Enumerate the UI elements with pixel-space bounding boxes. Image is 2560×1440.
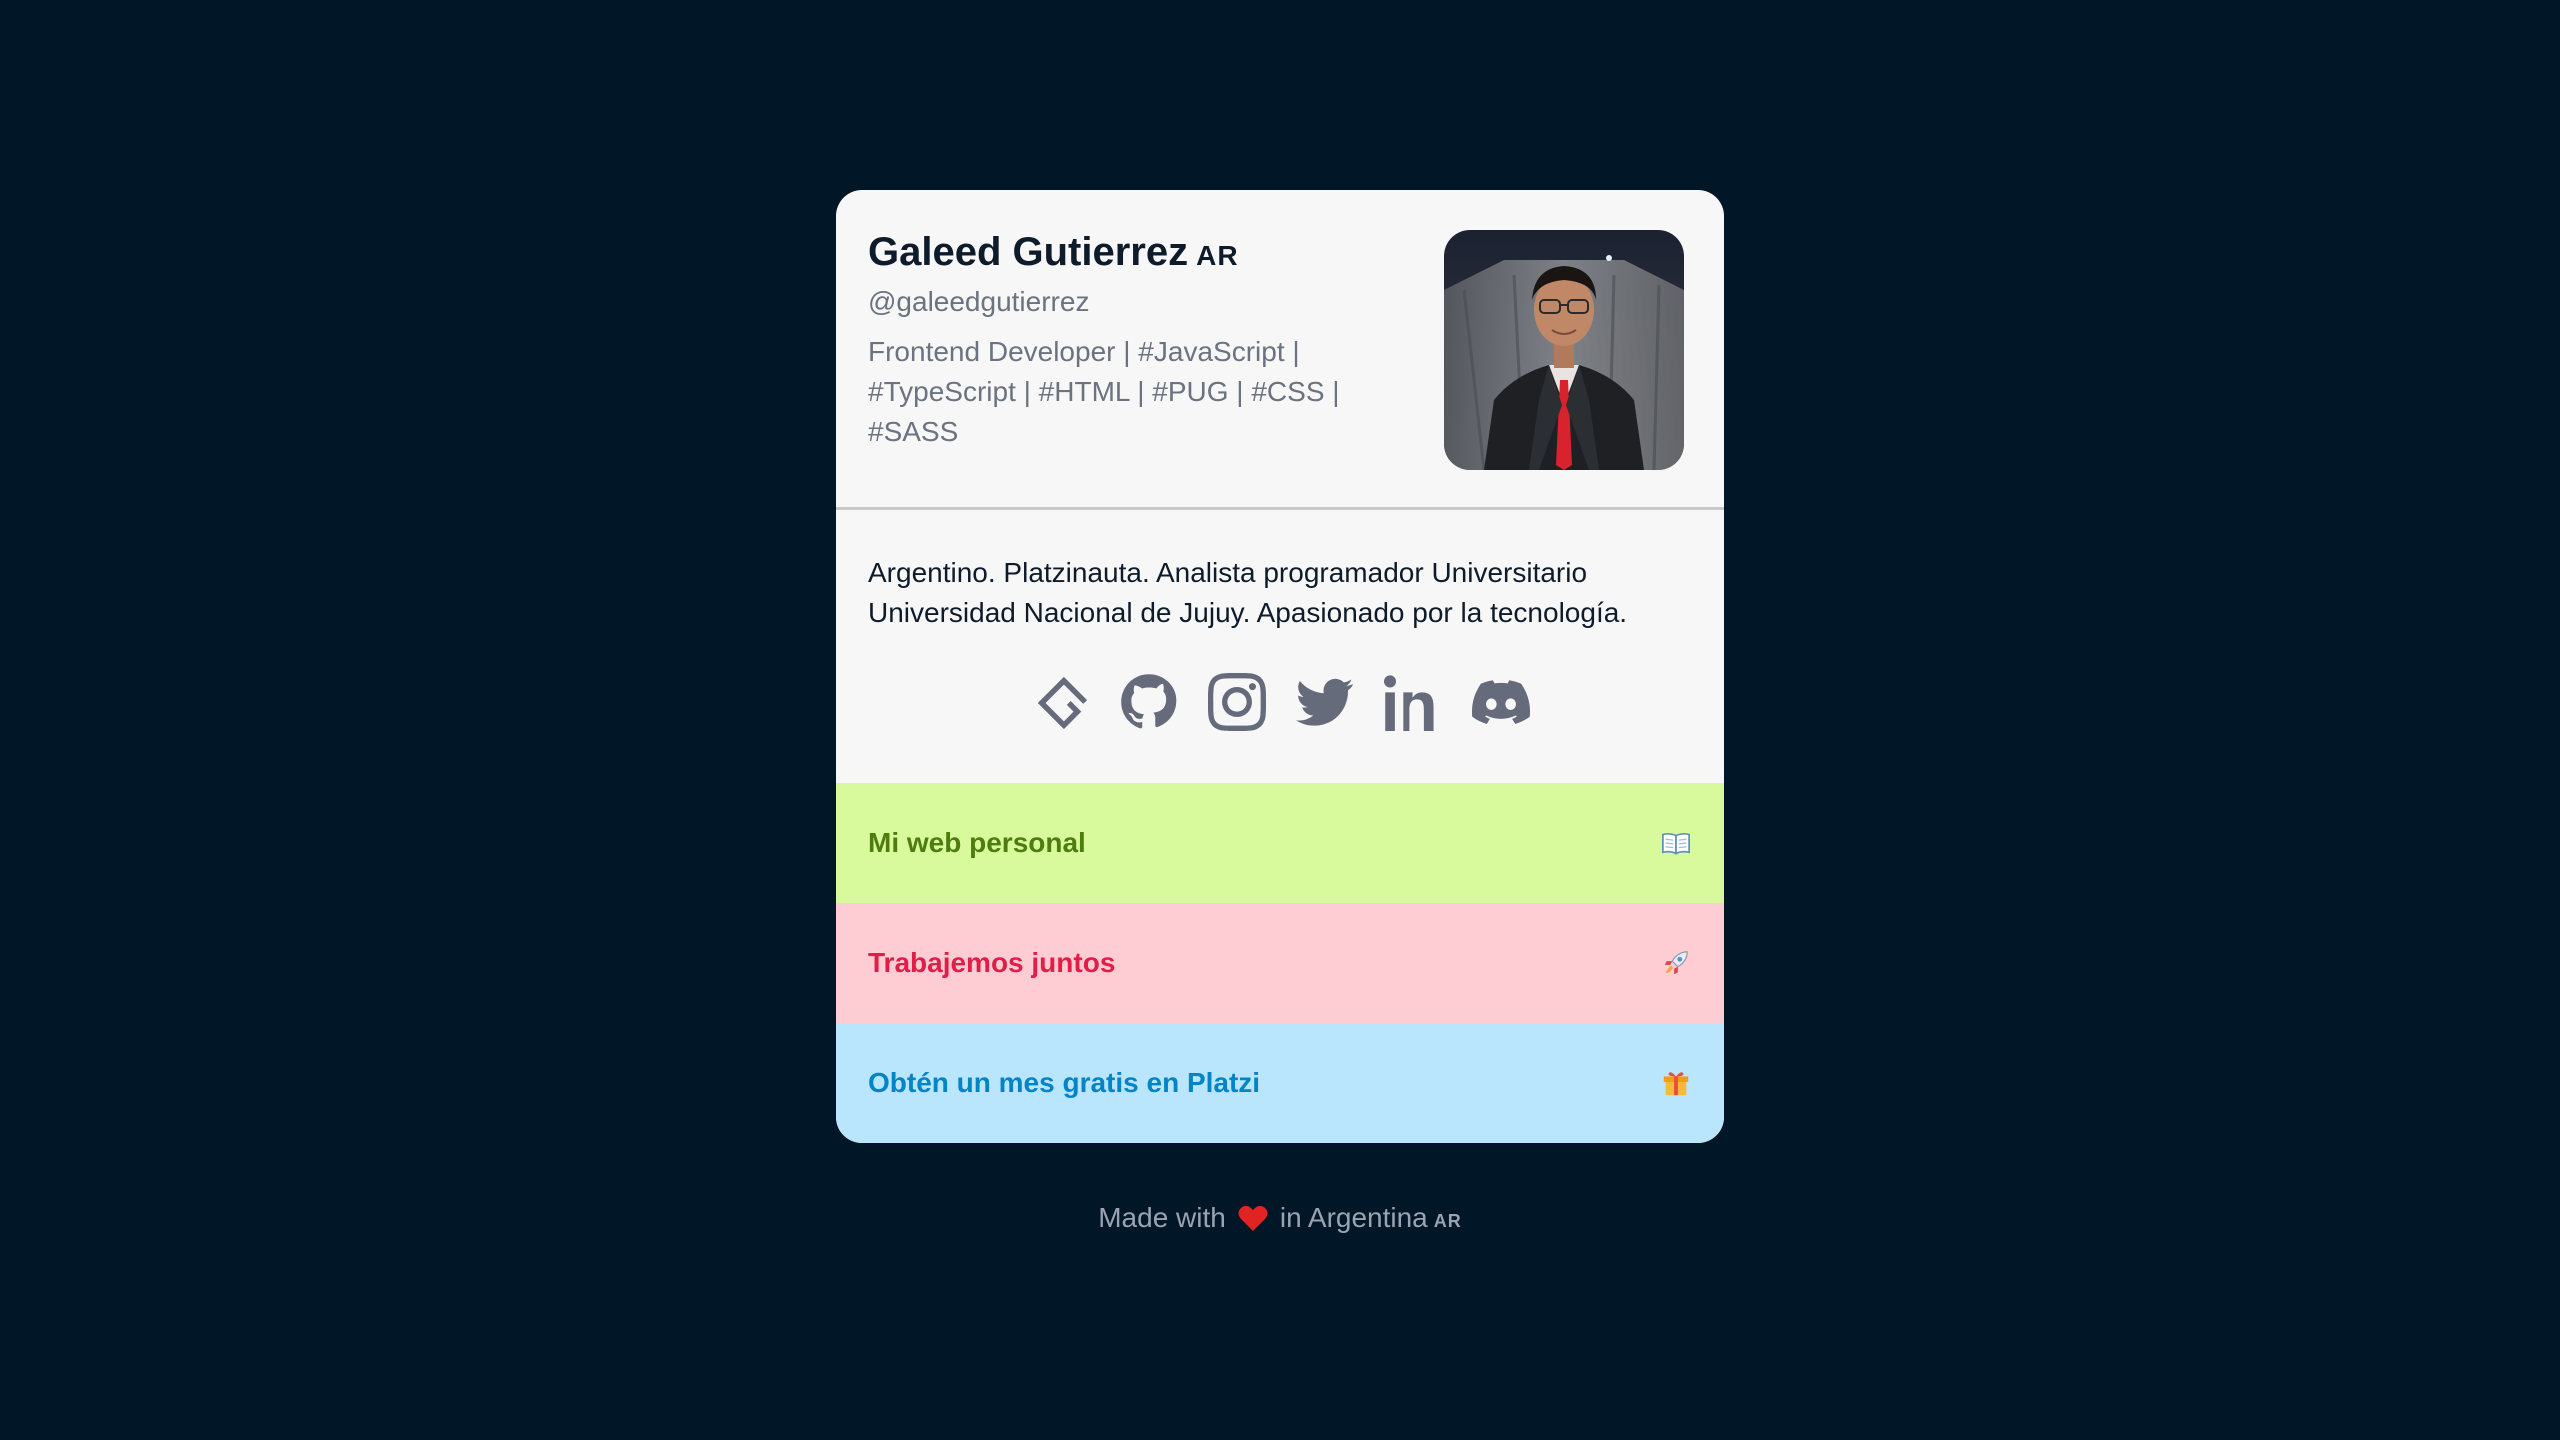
book-icon [1660,827,1692,859]
gift-icon [1660,1067,1692,1099]
instagram-link[interactable] [1207,672,1267,732]
heart-icon [1238,1205,1268,1231]
link-platzi-free-month[interactable]: Obtén un mes gratis en Platzi [836,1023,1724,1143]
footer-flag: AR [1433,1211,1462,1231]
linkedin-icon [1384,675,1434,731]
link-platzi-free-month-label: Obtén un mes gratis en Platzi [868,1067,1261,1098]
profile-header: Galeed Gutierrez AR @galeedgutierrez Fron… [836,190,1724,510]
discord-link[interactable] [1471,672,1531,732]
twitter-link[interactable] [1295,672,1355,732]
instagram-icon [1208,673,1266,731]
linkedin-link[interactable] [1383,672,1443,732]
country-flag: AR [1196,240,1239,271]
discord-icon [1472,680,1530,724]
profile-name: Galeed Gutierrez AR [868,230,1239,275]
profile-handle: @galeedgutierrez [868,286,1090,317]
link-personal-web[interactable]: Mi web personal [836,783,1724,903]
rocket-icon [1660,947,1692,979]
profile-name-text: Galeed Gutierrez [868,230,1189,274]
twitter-icon [1296,678,1354,726]
footer: Made with in Argentina AR [0,1202,2560,1234]
platzi-icon [1037,676,1088,730]
footer-prefix: Made with [1098,1202,1226,1233]
profile-headline: Frontend Developer | #JavaScript | #Type… [868,336,1340,447]
github-link[interactable] [1119,672,1179,732]
footer-suffix: in Argentina [1279,1202,1428,1233]
profile-card: Galeed Gutierrez AR @galeedgutierrez Fron… [836,190,1724,1143]
profile-bio: Argentino. Platzinauta. Analista program… [868,557,1628,628]
link-personal-web-label: Mi web personal [868,827,1086,858]
link-work-together-label: Trabajemos juntos [868,947,1116,978]
github-icon [1121,674,1177,729]
avatar-photo [1444,230,1684,470]
social-links [1031,672,1531,732]
link-work-together[interactable]: Trabajemos juntos [836,903,1724,1023]
avatar [1444,230,1684,470]
platzi-link[interactable] [1031,672,1091,732]
